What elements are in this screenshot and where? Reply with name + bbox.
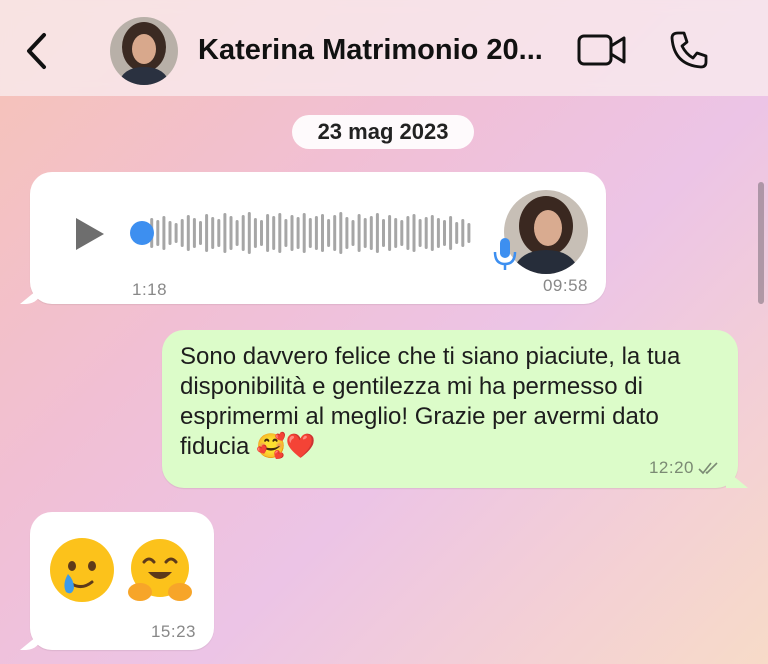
waveform-bar (455, 222, 459, 244)
video-call-icon (577, 34, 626, 66)
waveform-bar (192, 218, 196, 248)
message-time: 09:58 (542, 276, 588, 295)
waveform-bar (168, 221, 172, 245)
waveform-bar (253, 218, 257, 248)
outgoing-message-bubble[interactable]: Sono davvero felice che ti siano piaciut… (162, 330, 738, 488)
waveform-bar (412, 214, 416, 252)
voice-message-bubble[interactable]: 1:18 09:58 (30, 172, 606, 304)
waveform-bar (388, 215, 392, 251)
waveform-bar (394, 218, 398, 248)
waveform-bar (180, 219, 184, 247)
waveform-bar (327, 219, 331, 247)
waveform-bar (449, 216, 453, 250)
waveform-bar (375, 213, 379, 253)
waveform-bar (339, 212, 343, 254)
double-check-icon (698, 462, 718, 475)
microphone-icon (493, 238, 517, 270)
waveform-bar (467, 223, 471, 243)
waveform-bar (345, 217, 349, 249)
waveform-bar (217, 219, 221, 247)
waveform-bar (156, 220, 160, 246)
face-holding-back-tears-emoji (50, 538, 114, 602)
waveform-bar (162, 216, 166, 250)
voice-duration: 1:18 (132, 280, 168, 299)
waveform-bar (211, 217, 215, 249)
playback-progress-handle[interactable] (130, 221, 154, 245)
waveform-bar (321, 214, 324, 252)
waveform-bar (229, 216, 233, 250)
waveform-bar (333, 215, 337, 251)
contact-name[interactable]: Katerina Matrimonio 20... (198, 34, 558, 67)
waveform-bar (314, 216, 318, 250)
date-divider: 23 mag 2023 (292, 115, 474, 149)
waveform-bar (241, 215, 245, 251)
message-text: Sono davvero felice che ti siano piaciut… (180, 343, 681, 460)
waveform-bar (260, 220, 263, 246)
voice-waveform[interactable] (134, 210, 474, 256)
message-meta: 12:20 (649, 458, 720, 478)
play-button[interactable] (72, 214, 108, 254)
video-call-button[interactable] (574, 30, 630, 70)
scrollbar[interactable] (758, 182, 764, 304)
waveform-bar (199, 221, 202, 245)
waveform-bar (186, 215, 190, 251)
waveform-bar (369, 216, 373, 250)
voice-call-button[interactable] (664, 26, 714, 74)
waveform-bar (308, 218, 312, 248)
waveform-bar (174, 223, 178, 243)
waveform-bar (461, 219, 465, 247)
waveform-bar (272, 216, 276, 250)
waveform-bar (290, 215, 294, 251)
back-chevron-icon (27, 33, 46, 69)
phone-icon (670, 31, 708, 69)
waveform-bar (436, 218, 440, 248)
waveform-bar (296, 217, 300, 249)
waveform-bar (406, 216, 410, 250)
waveform-bar (205, 214, 209, 252)
waveform-bar (430, 215, 434, 251)
contact-avatar[interactable] (110, 17, 178, 85)
waveform-bar (351, 220, 355, 246)
waveform-bar (302, 213, 306, 253)
play-icon (76, 218, 104, 250)
waveform-bar (400, 220, 404, 246)
waveform-bar (235, 220, 239, 246)
message-time: 15:23 (150, 622, 196, 641)
waveform-bar (363, 218, 367, 248)
waveform-bar (278, 213, 282, 253)
waveform-bar (266, 214, 270, 252)
message-time: 12:20 (648, 458, 694, 477)
waveform-bar (284, 219, 288, 247)
chat-header: Katerina Matrimonio 20... (0, 0, 768, 96)
waveform-bar (424, 217, 428, 249)
waveform-bar (382, 219, 385, 247)
waveform-bar (357, 214, 361, 252)
waveform-bar (223, 213, 227, 253)
emoji-message-bubble[interactable]: 15:23 (30, 512, 214, 650)
waveform-bar (443, 220, 446, 246)
back-button[interactable] (18, 30, 54, 72)
waveform-bar (418, 219, 422, 247)
hugging-face-emoji (128, 539, 192, 601)
waveform-bar (247, 212, 251, 254)
